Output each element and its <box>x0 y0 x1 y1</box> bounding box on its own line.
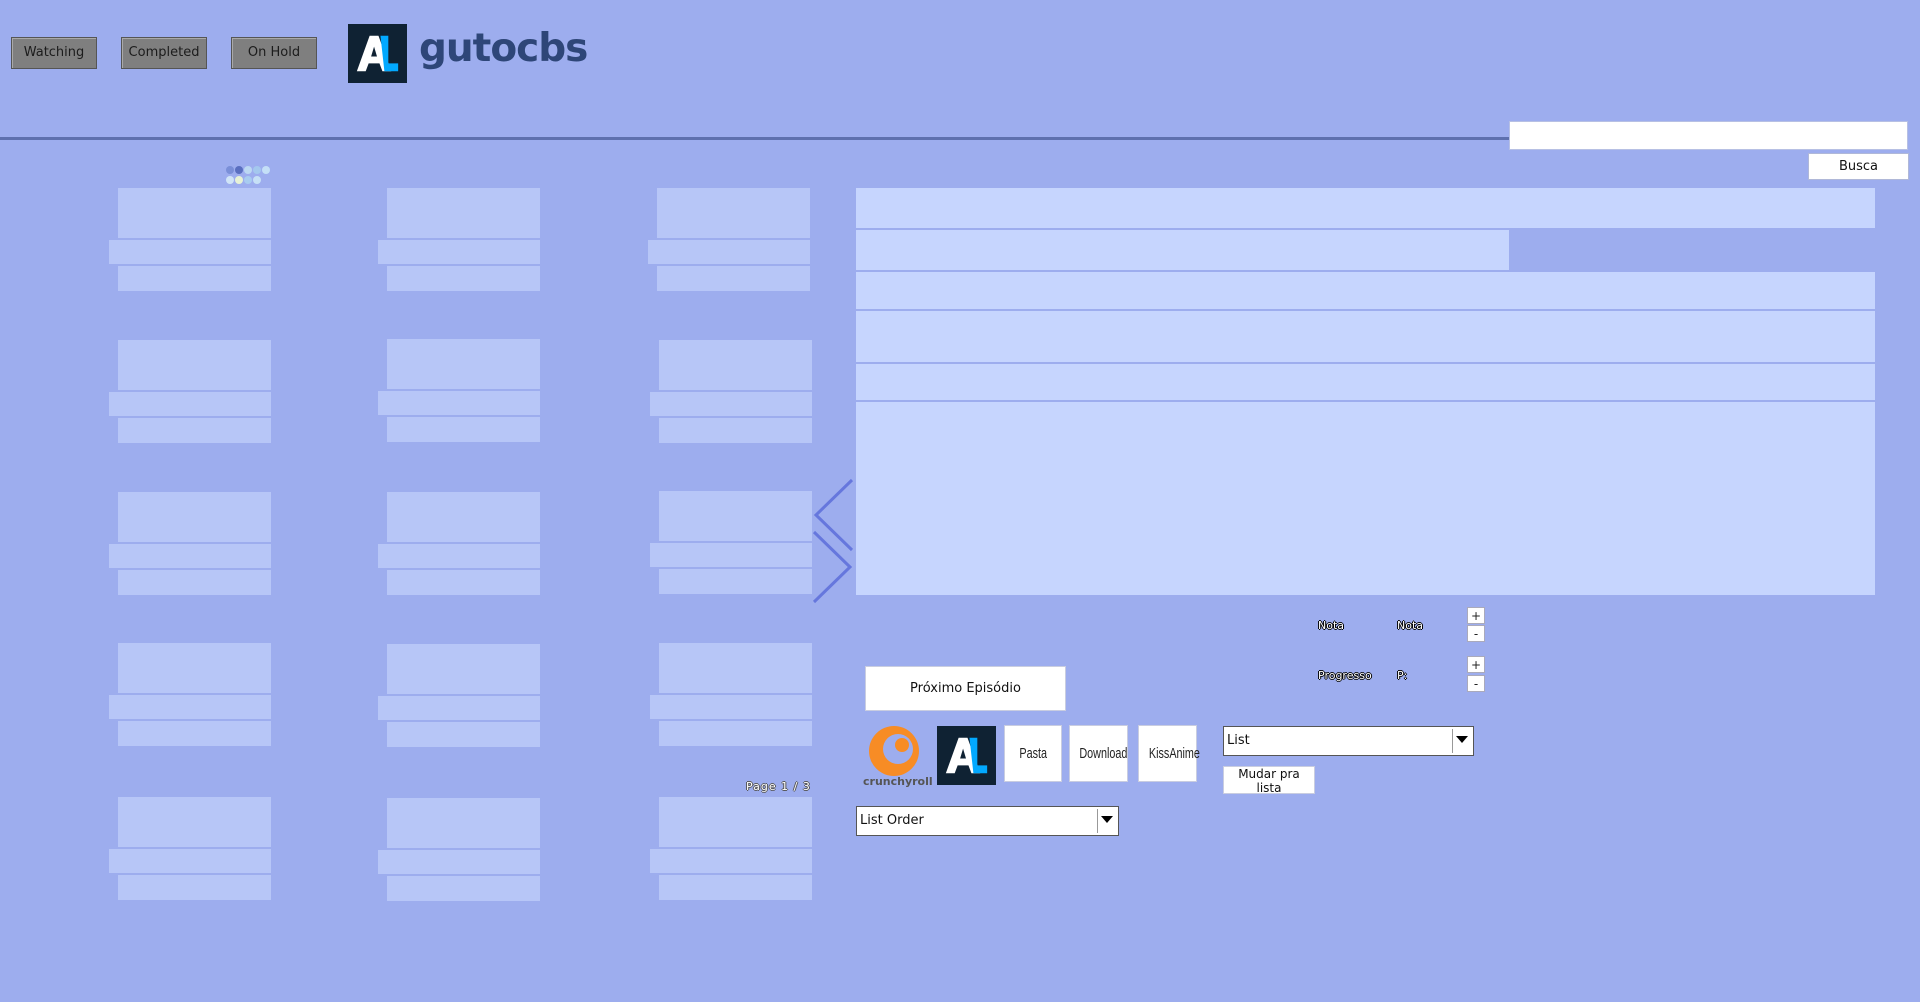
anilist-logo-icon <box>348 24 407 83</box>
order-select-value: List Order <box>860 813 924 828</box>
detail-info-row <box>856 272 1875 309</box>
header-divider <box>0 137 1510 140</box>
download-button[interactable]: Download <box>1069 725 1128 782</box>
username: gutocbs <box>419 26 588 71</box>
score-decrease-button[interactable]: - <box>1467 625 1485 642</box>
list-select-value: List <box>1227 733 1250 748</box>
chevron-down-icon[interactable] <box>1097 809 1116 833</box>
progresso-value: P: <box>1397 669 1408 682</box>
order-select[interactable]: List Order <box>856 806 1119 836</box>
change-list-button[interactable]: Mudar pra lista <box>1223 766 1315 795</box>
next-page-arrow-icon[interactable] <box>812 530 854 604</box>
tab-completed[interactable]: Completed <box>121 37 207 69</box>
score-increase-button[interactable]: + <box>1467 607 1485 624</box>
detail-info-row <box>856 364 1875 400</box>
chevron-down-icon[interactable] <box>1452 729 1471 753</box>
page-indicator: Page 1 / 3 <box>746 780 811 793</box>
detail-subtitle <box>856 230 1509 270</box>
progress-increase-button[interactable]: + <box>1467 656 1485 673</box>
search-button[interactable]: Busca <box>1808 153 1909 180</box>
pasta-button[interactable]: Pasta <box>1004 725 1062 782</box>
progress-decrease-button[interactable]: - <box>1467 675 1485 692</box>
progresso-label: Progresso <box>1318 669 1372 682</box>
loading-indicator-icon <box>226 166 270 184</box>
detail-info-row <box>856 311 1875 362</box>
nota-value: Nota <box>1397 619 1424 632</box>
list-select[interactable]: List <box>1223 726 1474 756</box>
detail-synopsis <box>856 402 1875 595</box>
tab-watching[interactable]: Watching <box>11 37 97 69</box>
kissanime-button[interactable]: KissAnime <box>1138 725 1200 782</box>
nota-label: Nota <box>1318 619 1345 632</box>
tab-on-hold[interactable]: On Hold <box>231 37 317 69</box>
search-input[interactable] <box>1509 121 1908 150</box>
anilist-link-icon[interactable] <box>937 726 996 785</box>
next-episode-button[interactable]: Próximo Episódio <box>865 666 1066 711</box>
detail-title <box>856 188 1875 228</box>
crunchyroll-label: crunchyroll <box>863 775 933 788</box>
